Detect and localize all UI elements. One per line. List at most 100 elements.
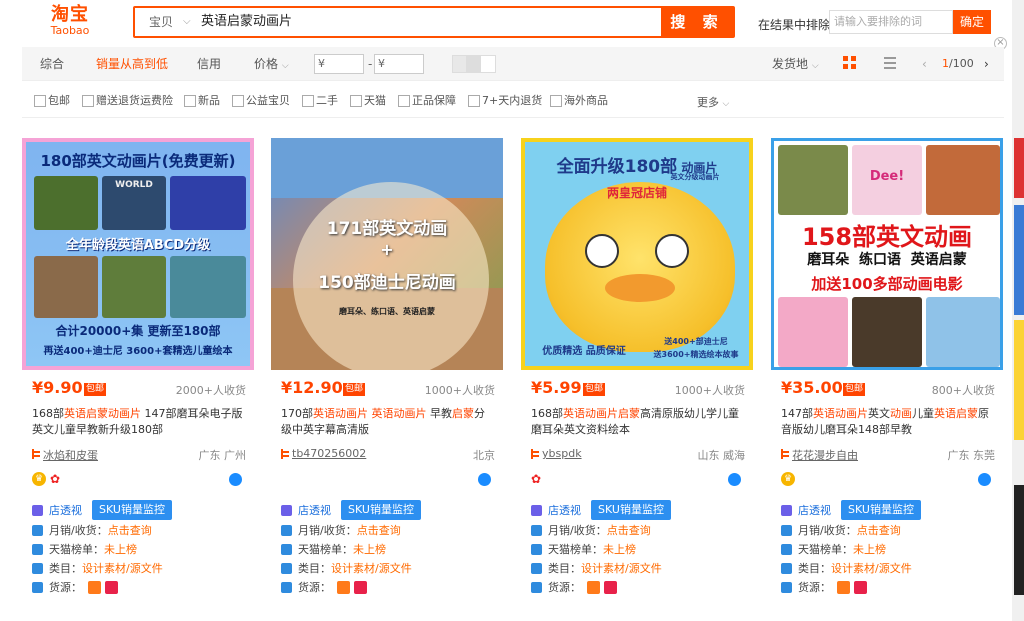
product-card[interactable]: 全面升级180部 动画片 英文分级动画片 两皇冠店铺 优质精选 品质保证 送40…: [521, 138, 757, 598]
sort-default[interactable]: 综合: [40, 47, 64, 81]
category-value[interactable]: 设计素材/源文件: [831, 562, 912, 575]
product-price: ¥12.90: [281, 378, 343, 397]
search-scope-label: 宝贝: [149, 15, 174, 29]
poster-bg: Dee! 158部英文动画 磨耳朵 练口语 英语启蒙 加送100多部动画电影: [771, 138, 1003, 370]
product-title[interactable]: 170部英语动画片 英语动画片 早教启蒙分级中英字幕高清版: [281, 406, 495, 438]
search-box: 宝贝 ⌵ 英语启蒙动画片 搜 索: [133, 6, 735, 38]
shop-icon: [281, 449, 289, 459]
price-row: ¥12.90 包邮 1000+人收货: [281, 378, 495, 400]
list-view-icon[interactable]: [884, 57, 896, 69]
title-segment: 英语动画片: [813, 407, 868, 420]
tmall-rank-value: 未上榜: [853, 543, 886, 556]
pinduoduo-icon[interactable]: [854, 581, 867, 594]
title-segment: 170部: [281, 407, 313, 420]
monthly-query-link[interactable]: 点击查询: [607, 524, 651, 537]
taobao-logo[interactable]: 淘宝 Taobao: [40, 5, 100, 39]
title-segment: 启蒙: [452, 407, 474, 420]
wangwang-icon[interactable]: [229, 473, 242, 486]
sku-monitor-button[interactable]: SKU销量监控: [341, 500, 421, 520]
price-from-input[interactable]: ¥: [314, 54, 364, 74]
sku-monitor-button[interactable]: SKU销量监控: [92, 500, 172, 520]
product-card[interactable]: Dee! 158部英文动画 磨耳朵 练口语 英语启蒙 加送100多部动画电影 ¥…: [771, 138, 1007, 598]
pinduoduo-icon[interactable]: [354, 581, 367, 594]
badge-row: ♛: [781, 472, 995, 488]
tool-tmall: 天猫榜单：未上榜: [281, 541, 495, 558]
filter-return-insurance[interactable]: 赠送退货运费险: [82, 94, 173, 108]
category-value[interactable]: 设计素材/源文件: [82, 562, 163, 575]
monthly-query-link[interactable]: 点击查询: [357, 524, 401, 537]
title-segment: 儿童: [912, 407, 934, 420]
poster-eye: [585, 234, 619, 268]
product-image[interactable]: 全面升级180部 动画片 英文分级动画片 两皇冠店铺 优质精选 品质保证 送40…: [521, 138, 753, 370]
1688-icon[interactable]: [88, 581, 101, 594]
filter-overseas[interactable]: 海外商品: [550, 94, 608, 108]
product-title[interactable]: 147部英语动画片英文动画儿童英语启蒙原音版幼儿磨耳朵148部早教: [781, 406, 995, 438]
product-image[interactable]: 180部英文动画片(免费更新) WORLD 全年龄段英语ABCD分级 合计200…: [22, 138, 254, 370]
shop-name[interactable]: 冰焰和皮蛋: [43, 447, 98, 463]
title-segment: 英语启蒙: [934, 407, 978, 420]
prev-page-icon[interactable]: ‹: [922, 47, 927, 81]
shop-name[interactable]: tb470256002: [292, 447, 366, 460]
category-value[interactable]: 设计素材/源文件: [581, 562, 662, 575]
next-page-icon[interactable]: ›: [984, 47, 989, 81]
exclude-label: 在结果中排除: [758, 18, 831, 32]
shop-location: 广东 东莞: [947, 449, 996, 462]
1688-icon[interactable]: [337, 581, 350, 594]
price-range-graphic[interactable]: [452, 55, 496, 73]
filter-7day-return[interactable]: 7+天内退货: [468, 94, 542, 108]
search-scope-select[interactable]: 宝贝 ⌵: [135, 8, 197, 36]
title-segment: 启蒙: [618, 407, 640, 420]
exclude-confirm-button[interactable]: 确定: [953, 10, 991, 34]
1688-icon[interactable]: [837, 581, 850, 594]
crown-icon: ♛: [32, 472, 46, 486]
product-card[interactable]: 180部英文动画片(免费更新) WORLD 全年龄段英语ABCD分级 合计200…: [22, 138, 258, 598]
ship-from-select[interactable]: 发货地 ⌵: [772, 47, 819, 83]
poster-beak: [605, 274, 675, 302]
tmall-label: 天猫榜单：: [298, 543, 353, 556]
shop-view-link[interactable]: 店透视: [798, 502, 831, 519]
filter-free-shipping[interactable]: 包邮: [34, 94, 70, 108]
shop-view-link[interactable]: 店透视: [49, 502, 82, 519]
shop-name[interactable]: ybspdk: [542, 447, 582, 460]
pinduoduo-icon[interactable]: [604, 581, 617, 594]
poster-photo: [778, 297, 848, 367]
product-image[interactable]: 171部英文动画 + 150部迪士尼动画 磨耳朵、练口语、英语启蒙: [271, 138, 503, 370]
filter-genuine[interactable]: 正品保障: [398, 94, 456, 108]
sku-monitor-button[interactable]: SKU销量监控: [841, 500, 921, 520]
wangwang-icon[interactable]: [478, 473, 491, 486]
product-title[interactable]: 168部英语动画片启蒙高清原版幼儿学儿童磨耳朵英文资料绘本: [531, 406, 745, 438]
filter-tmall[interactable]: 天猫: [350, 94, 386, 108]
more-filters[interactable]: 更多 ⌵: [697, 94, 729, 110]
pinduoduo-icon[interactable]: [105, 581, 118, 594]
price-to-input[interactable]: ¥: [374, 54, 424, 74]
sku-monitor-button[interactable]: SKU销量监控: [591, 500, 671, 520]
filter-secondhand[interactable]: 二手: [302, 94, 338, 108]
shop-name[interactable]: 花花漫步自由: [792, 447, 858, 463]
poster-photo: [852, 297, 922, 367]
shop-view-link[interactable]: 店透视: [298, 502, 331, 519]
category-value[interactable]: 设计素材/源文件: [331, 562, 412, 575]
tool-category-text: 类目：设计素材/源文件: [798, 560, 912, 577]
sort-sales[interactable]: 销量从高到低: [96, 47, 168, 81]
1688-icon[interactable]: [587, 581, 600, 594]
monthly-query-link[interactable]: 点击查询: [108, 524, 152, 537]
sort-price[interactable]: 价格 ⌵: [254, 47, 289, 81]
product-card[interactable]: 171部英文动画 + 150部迪士尼动画 磨耳朵、练口语、英语启蒙 ¥12.90…: [271, 138, 507, 598]
wangwang-icon[interactable]: [978, 473, 991, 486]
shop-view-link[interactable]: 店透视: [548, 502, 581, 519]
wangwang-icon[interactable]: [728, 473, 741, 486]
tool-category: 类目：设计素材/源文件: [32, 560, 246, 577]
monthly-query-link[interactable]: 点击查询: [857, 524, 901, 537]
ship-from-label: 发货地: [772, 57, 809, 71]
exclude-input[interactable]: 请输入要排除的词: [829, 10, 953, 34]
product-title[interactable]: 168部英语启蒙动画片 147部磨耳朵电子版英文儿童早教新升级180部: [32, 406, 246, 438]
search-button[interactable]: 搜 索: [661, 8, 733, 36]
tool-monthly: 月销/收货：点击查询: [781, 522, 995, 539]
search-input[interactable]: 英语启蒙动画片: [201, 8, 661, 36]
grid-view-icon[interactable]: [843, 56, 857, 70]
filter-new[interactable]: 新品: [184, 94, 220, 108]
sort-credit[interactable]: 信用: [197, 47, 221, 81]
product-image[interactable]: Dee! 158部英文动画 磨耳朵 练口语 英语启蒙 加送100多部动画电影: [771, 138, 1003, 370]
poster-chick: [545, 182, 735, 352]
filter-charity[interactable]: 公益宝贝: [232, 94, 290, 108]
